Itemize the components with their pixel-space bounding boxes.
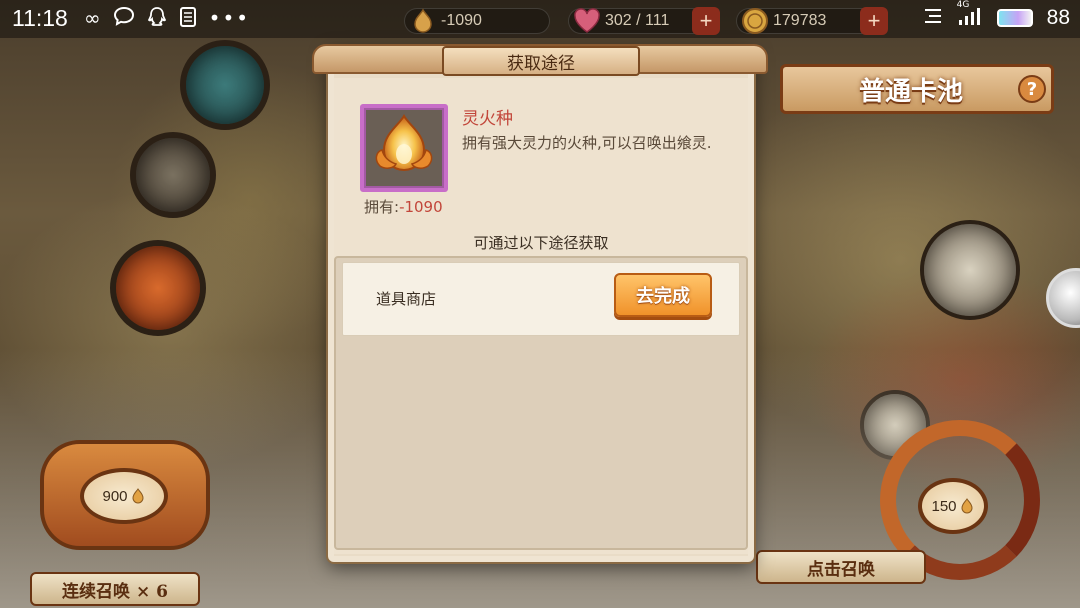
single-summon-button[interactable]: 点击召唤 — [756, 550, 926, 584]
resource-stamina: 302 / 111 + — [568, 5, 720, 37]
status-right: 4G 88 — [923, 0, 1070, 30]
more-icon: ••• — [208, 6, 251, 30]
add-coins-button[interactable]: + — [860, 7, 888, 35]
status-time: 11:18 — [12, 5, 68, 31]
item-owned: 拥有:-1090 — [364, 196, 443, 217]
go-complete-button[interactable]: 去完成 — [614, 273, 712, 317]
item-name: 灵火种 — [462, 109, 513, 129]
item-icon-frame — [360, 104, 448, 192]
spirit-flame-icon — [368, 110, 440, 186]
battery-level: 88 — [1046, 6, 1070, 29]
card-pool-title-text: 普通卡池 — [859, 76, 964, 107]
background-gear-ring — [130, 132, 216, 218]
resource-flame-seed: -1090 — [404, 8, 550, 34]
route-source-label: 道具商店 — [376, 290, 437, 308]
multi-summon-cost[interactable]: 900 — [80, 468, 168, 524]
qq-icon — [147, 6, 167, 33]
flame-seed-icon — [959, 498, 975, 514]
status-icons: ∞ ••• — [84, 6, 250, 33]
route-header: 可通过以下途径获取 — [473, 234, 609, 252]
background-gear-ring — [110, 240, 206, 336]
heart-icon — [571, 5, 603, 37]
add-stamina-button[interactable]: + — [692, 7, 720, 35]
resource-coins: 179783 + — [736, 5, 888, 37]
coin-count: 179783 — [773, 12, 827, 29]
document-icon — [179, 6, 197, 33]
infinity-icon: ∞ — [84, 6, 101, 30]
flame-seed-icon — [130, 488, 146, 504]
single-summon-cost-value: 150 — [931, 497, 957, 515]
single-summon-cost[interactable]: 150 — [918, 478, 988, 534]
chat-bubble-icon — [113, 6, 135, 33]
notification-list-icon — [923, 7, 943, 29]
stamina-count: 302 / 111 — [605, 12, 670, 29]
background-gear-ring — [180, 40, 270, 130]
item-owned-value: -1090 — [399, 198, 443, 216]
card-pool-title: 普通卡池 — [780, 64, 1054, 114]
flame-seed-count: -1090 — [441, 12, 482, 29]
background-clock — [920, 220, 1020, 320]
network-type: 4G — [956, 0, 970, 10]
item-description: 拥有强大灵力的火种,可以召唤出飨灵. — [462, 134, 712, 152]
dialog-title: 获取途径 — [442, 46, 640, 76]
help-button[interactable]: ? — [1018, 75, 1046, 103]
item-owned-label: 拥有: — [364, 198, 400, 216]
multi-summon-button[interactable]: 连续召唤 × 6 — [30, 572, 200, 606]
signal-icon: 4G — [957, 0, 983, 30]
multi-summon-cost-value: 900 — [102, 487, 128, 505]
flame-seed-icon — [407, 5, 439, 37]
coin-icon — [739, 5, 771, 37]
battery-icon — [996, 9, 1033, 27]
